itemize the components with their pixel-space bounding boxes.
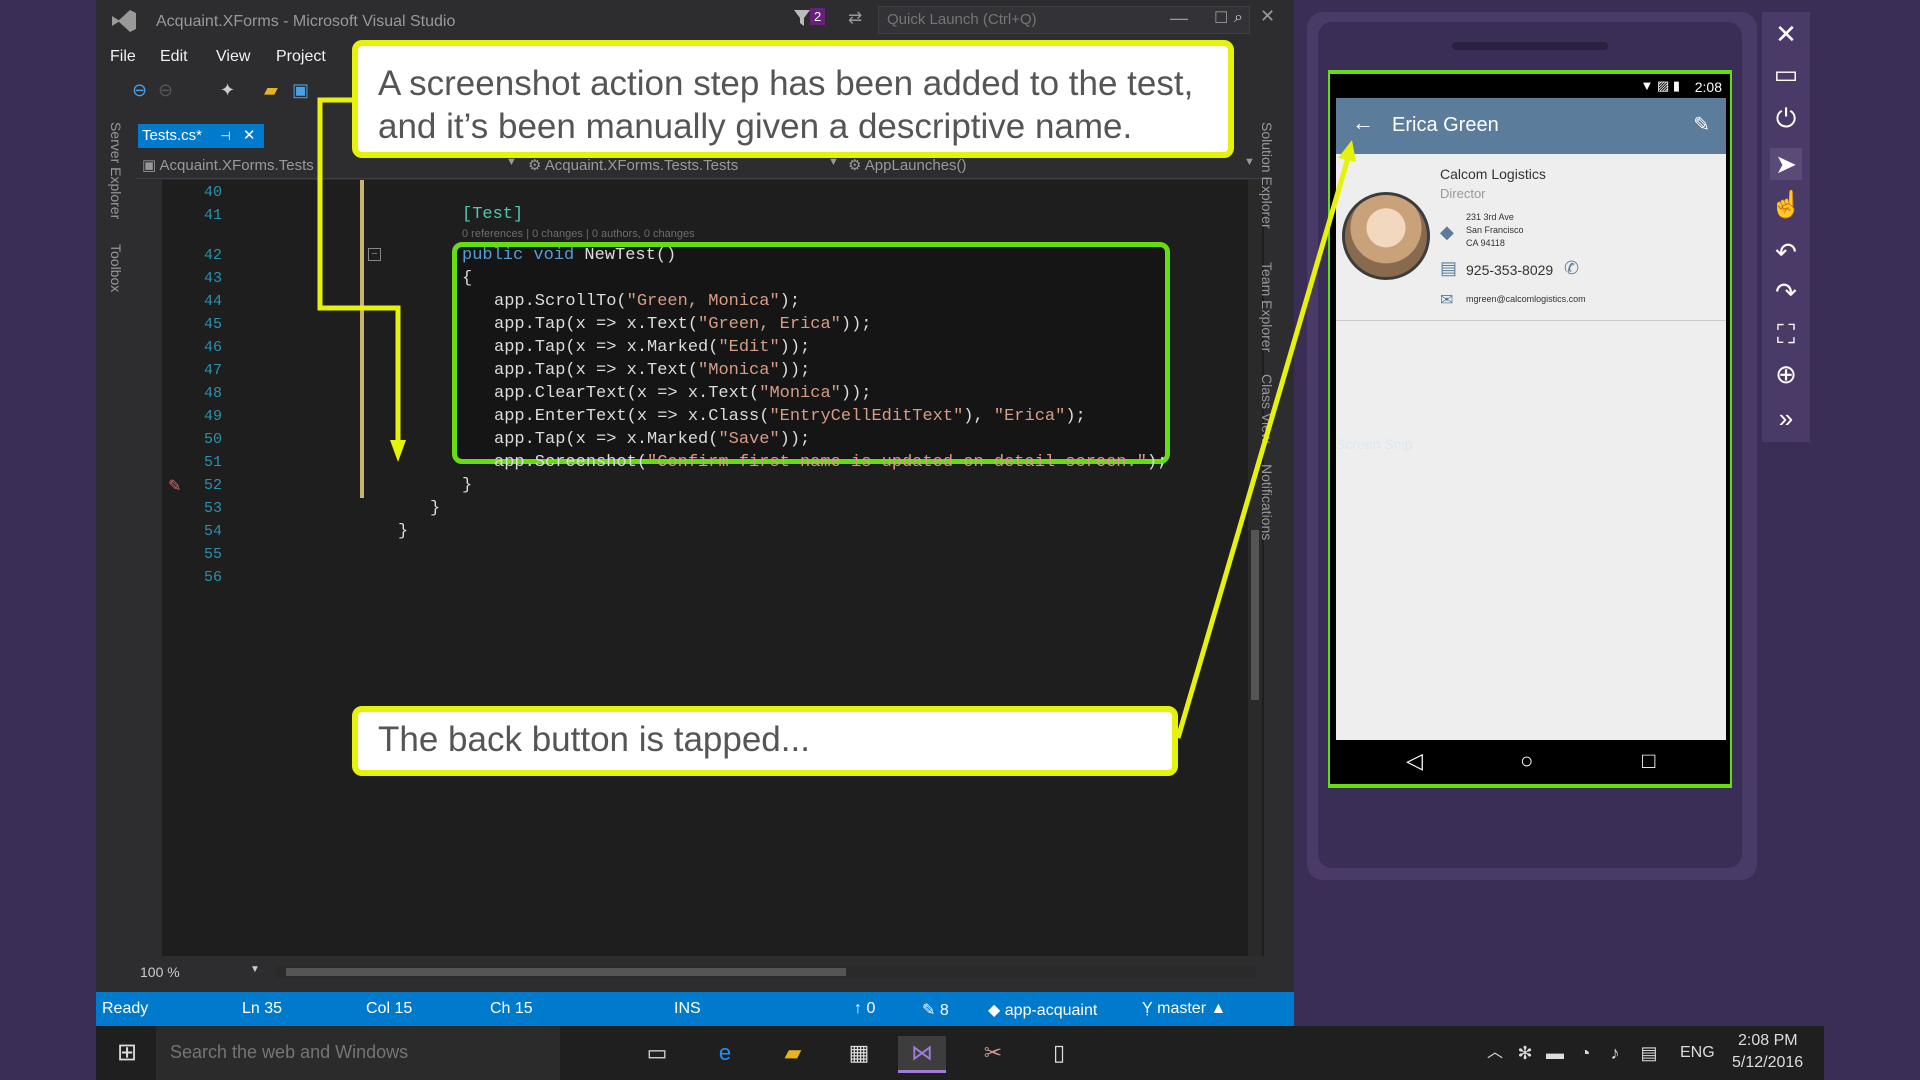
windows-start-icon[interactable]: ⊞ bbox=[110, 1036, 144, 1070]
callout-screenshot-step: A screenshot action step has been added … bbox=[352, 40, 1234, 158]
taskbar-search-input[interactable] bbox=[168, 1041, 552, 1064]
taskbar-search-box[interactable] bbox=[156, 1026, 560, 1080]
emulator-taskbar-icon[interactable]: ▯ bbox=[1042, 1036, 1076, 1070]
store-icon[interactable]: ▦ bbox=[842, 1036, 876, 1070]
input-language[interactable]: ENG bbox=[1680, 1044, 1715, 1062]
network-icon[interactable]: ◔ bbox=[1568, 1036, 1602, 1070]
snipping-tool-icon[interactable]: ✂ bbox=[976, 1036, 1010, 1070]
battery-icon[interactable]: ▬ bbox=[1538, 1036, 1572, 1070]
show-hidden-icons-icon[interactable]: ︿ bbox=[1478, 1036, 1512, 1070]
settings-gear-icon[interactable]: ✻ bbox=[1508, 1036, 1542, 1070]
edge-browser-icon[interactable]: e bbox=[708, 1036, 742, 1070]
arrow-to-back-button bbox=[1175, 157, 1351, 739]
arrowhead-back bbox=[1338, 140, 1356, 162]
volume-icon[interactable]: ♪ bbox=[1598, 1036, 1632, 1070]
arrowhead-code bbox=[390, 440, 406, 462]
callout-back-button: The back button is tapped... bbox=[352, 706, 1178, 776]
annotation-arrows bbox=[317, 97, 1356, 739]
task-view-icon[interactable]: ▭ bbox=[640, 1036, 674, 1070]
action-center-icon[interactable]: ▤ bbox=[1632, 1036, 1666, 1070]
taskbar-time[interactable]: 2:08 PM bbox=[1738, 1032, 1798, 1050]
taskbar-date[interactable]: 5/12/2016 bbox=[1732, 1054, 1803, 1072]
file-explorer-icon[interactable]: ▰ bbox=[776, 1036, 810, 1070]
visual-studio-taskbar-icon[interactable]: ⋈ bbox=[898, 1036, 946, 1073]
windows-taskbar: ⊞ ▭ e ▰ ▦ ⋈ ✂ ▯ ︿ ✻ ▬ ◔ ♪ ▤ ENG 2:08 PM … bbox=[96, 1026, 1824, 1080]
